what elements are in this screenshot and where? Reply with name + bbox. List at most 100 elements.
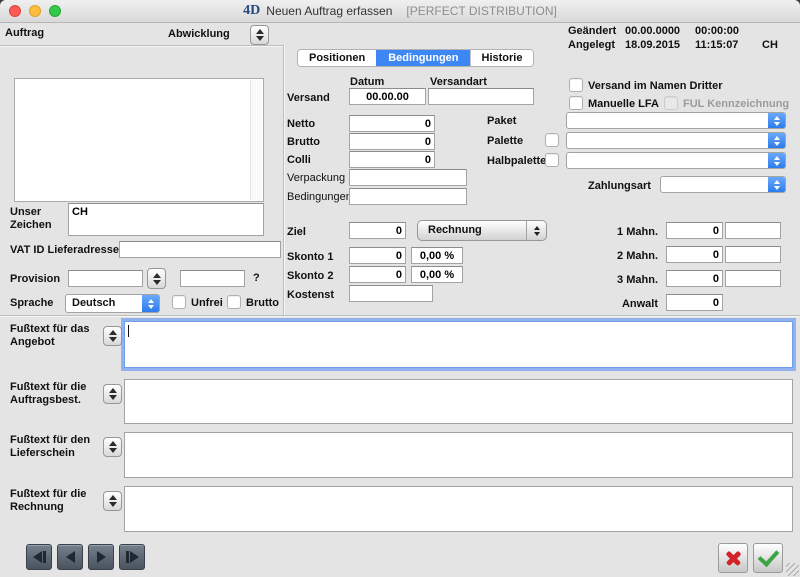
window-title-text: Neuen Auftrag erfassen (266, 4, 392, 18)
zahlungsart-label: Zahlungsart (588, 180, 651, 192)
combo-arrows-icon (768, 133, 785, 148)
netto-field[interactable] (349, 115, 435, 132)
up-arrow-icon (109, 330, 117, 335)
last-record-button[interactable] (119, 544, 145, 570)
skonto2-label: Skonto 2 (287, 270, 333, 282)
provision-field[interactable] (68, 270, 143, 287)
ziel-mode-value: Rechnung (428, 224, 482, 236)
abwicklung-stepper[interactable] (250, 25, 269, 45)
zahlungsart-combobox[interactable] (660, 176, 786, 193)
cancel-button[interactable] (718, 543, 748, 573)
colli-field[interactable] (349, 151, 435, 168)
provision-field-2[interactable] (180, 270, 245, 287)
last-record-bar-icon (126, 551, 129, 563)
bedingungen-field[interactable] (349, 188, 467, 205)
skonto1-percent-field[interactable] (411, 247, 463, 264)
fusstext-auftragsbest-label: Fußtext für die Auftragsbest. (10, 381, 102, 407)
modified-date: 00.00.0000 (625, 25, 680, 37)
down-arrow-icon (256, 36, 264, 41)
brutto-weight-field[interactable] (349, 133, 435, 150)
confirm-button[interactable] (753, 543, 783, 573)
fusstext-lieferschein-textarea[interactable] (124, 432, 793, 478)
mahn1-value-field[interactable] (666, 222, 723, 239)
tab-bedingungen[interactable]: Bedingungen (376, 50, 469, 66)
popup-arrows-icon (526, 221, 546, 240)
vat-id-label: VAT ID Lieferadresse (10, 244, 119, 256)
zoom-window-icon[interactable] (49, 5, 61, 17)
combo-arrows-icon (142, 295, 159, 312)
fusstext-auftragsbest-textarea[interactable] (124, 379, 793, 424)
vat-id-field[interactable] (119, 241, 281, 258)
provision-stepper[interactable] (147, 268, 166, 289)
ziel-field[interactable] (349, 222, 406, 239)
close-window-icon[interactable] (9, 5, 21, 17)
unfrei-label: Unfrei (191, 297, 223, 309)
listbox-scrollbar[interactable] (250, 80, 262, 200)
paket-combobox[interactable] (566, 112, 786, 129)
fusstext-rechnung-textarea[interactable] (124, 486, 793, 532)
mahn3-text-field[interactable] (725, 270, 781, 287)
ziel-label: Ziel (287, 226, 306, 238)
next-record-button[interactable] (88, 544, 114, 570)
versand-dritter-checkbox[interactable] (569, 78, 583, 92)
skonto1-days-field[interactable] (349, 247, 406, 264)
halbpalette-combobox[interactable] (566, 152, 786, 169)
first-record-arrow-icon (33, 551, 42, 563)
minimize-window-icon[interactable] (29, 5, 41, 17)
skonto2-percent-field[interactable] (411, 266, 463, 283)
palette-checkbox[interactable] (545, 133, 559, 147)
brutto-checkbox[interactable] (227, 295, 241, 309)
palette-combobox[interactable] (566, 132, 786, 149)
paket-label: Paket (487, 115, 516, 127)
fusstext-auftragsbest-stepper[interactable] (103, 384, 122, 404)
unser-zeichen-field[interactable]: CH (68, 203, 264, 236)
tab-historie[interactable]: Historie (470, 50, 534, 66)
fusstext-lieferschein-stepper[interactable] (103, 437, 122, 457)
traffic-lights (9, 5, 61, 17)
manuelle-lfa-label: Manuelle LFA (588, 98, 659, 110)
mahn2-text-field[interactable] (725, 246, 781, 263)
previous-record-button[interactable] (57, 544, 83, 570)
sprache-value: Deutsch (72, 297, 115, 309)
sprache-combobox[interactable]: Deutsch (65, 294, 160, 313)
created-time: 11:15:07 (695, 39, 738, 51)
brutto-weight-label: Brutto (287, 136, 320, 148)
combo-arrows-icon (768, 113, 785, 128)
tab-bar: Positionen Bedingungen Historie (297, 49, 534, 67)
address-listbox[interactable] (14, 78, 264, 202)
unfrei-checkbox[interactable] (172, 295, 186, 309)
skonto2-days-field[interactable] (349, 266, 406, 283)
mahn1-text-field[interactable] (725, 222, 781, 239)
down-arrow-icon (109, 448, 117, 453)
previous-record-arrow-icon (66, 551, 75, 563)
anwalt-field[interactable] (666, 294, 723, 311)
unser-zeichen-label: Unser Zeichen (10, 206, 65, 232)
versand-datum-field[interactable] (349, 88, 426, 105)
created-label: Angelegt (568, 39, 615, 51)
divider-top-left (0, 45, 283, 46)
verpackung-label: Verpackung (287, 172, 345, 184)
green-checkmark-icon (757, 545, 779, 567)
resize-grip[interactable] (786, 563, 799, 576)
mahn2-value-field[interactable] (666, 246, 723, 263)
red-x-icon (724, 549, 743, 568)
verpackung-field[interactable] (349, 169, 467, 186)
kostenst-field[interactable] (349, 285, 433, 302)
mahn3-value-field[interactable] (666, 270, 723, 287)
halbpalette-checkbox[interactable] (545, 153, 559, 167)
help-question-mark[interactable]: ? (253, 272, 260, 284)
palette-label: Palette (487, 135, 523, 147)
versandart-field[interactable] (428, 88, 534, 105)
versand-dritter-label: Versand im Namen Dritter (588, 80, 723, 92)
window-title: 4D Neuen Auftrag erfassen [PERFECT DISTR… (243, 3, 557, 19)
fusstext-rechnung-stepper[interactable] (103, 491, 122, 511)
manuelle-lfa-checkbox[interactable] (569, 96, 583, 110)
fusstext-angebot-stepper[interactable] (103, 326, 122, 346)
colli-label: Colli (287, 154, 311, 166)
ziel-mode-popup[interactable]: Rechnung (417, 220, 547, 241)
up-arrow-icon (256, 29, 264, 34)
tab-positionen[interactable]: Positionen (298, 50, 376, 66)
text-caret (128, 325, 129, 337)
first-record-button[interactable] (26, 544, 52, 570)
fusstext-angebot-textarea[interactable] (124, 321, 793, 368)
